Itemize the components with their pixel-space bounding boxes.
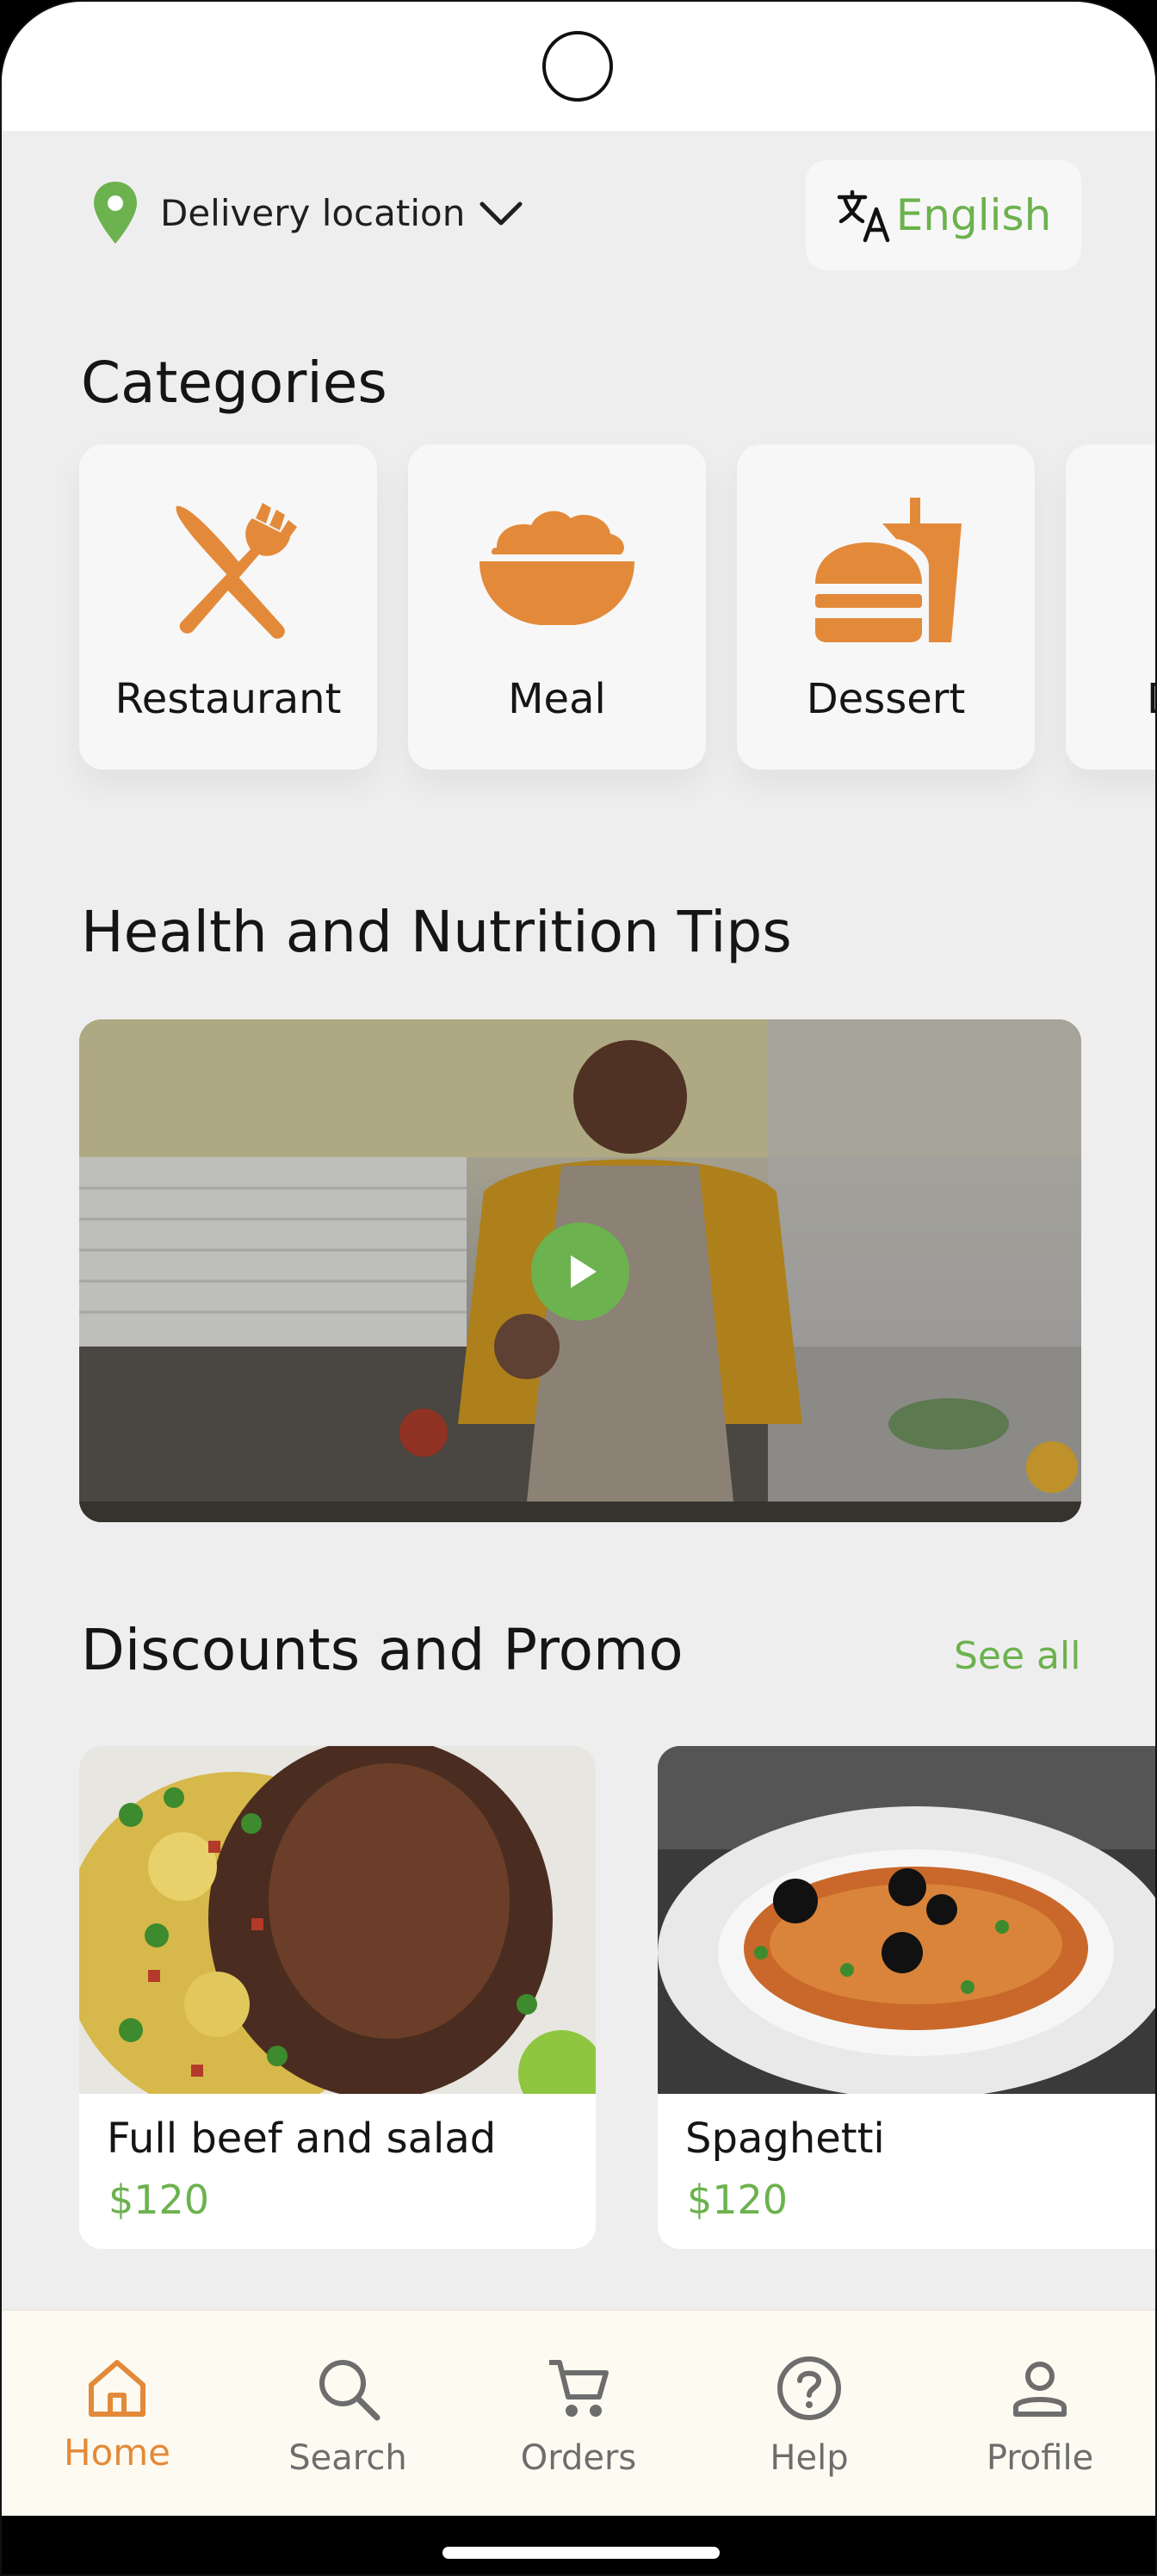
nav-help[interactable]: Help [694,2311,925,2517]
play-button[interactable] [531,1223,629,1321]
nav-label: Home [63,2431,171,2474]
nav-label: Orders [520,2438,637,2478]
promo-title: Discounts and Promo [81,1617,684,1683]
beef-salad-image [79,1746,596,2094]
language-label: English [895,190,1052,240]
spaghetti-image [658,1746,1155,2094]
category-label: Meal [508,675,606,723]
delivery-location-selector[interactable]: Delivery location [91,182,525,244]
category-card-restaurant[interactable]: Restaurant [79,444,377,770]
categories-title: Categories [81,350,387,416]
promo-item-price: $120 [687,2177,789,2223]
nav-label: Profile [986,2438,1094,2478]
promo-item-price: $120 [108,2177,210,2223]
home-indicator[interactable] [442,2547,720,2559]
burger-drink-icon [815,498,962,642]
promo-item-name: Full beef and salad [107,2115,497,2163]
profile-icon [1013,2362,1067,2417]
nav-home[interactable]: Home [2,2311,232,2517]
category-card-meal[interactable]: Meal [408,444,706,770]
nav-profile[interactable]: Profile [925,2311,1155,2517]
status-bar [2,2,1155,131]
category-card-partial[interactable]: D [1066,444,1155,770]
help-icon [777,2356,841,2420]
category-label: Dessert [806,675,966,723]
fork-knife-icon [176,503,297,639]
system-nav-bar [2,2516,1155,2574]
search-icon [319,2360,381,2421]
bottom-navigation: Home Search Orders Help Profile [2,2309,1155,2517]
location-pin-icon [94,182,137,244]
category-card-dessert[interactable]: Dessert [737,444,1035,770]
category-label: D [1147,675,1155,723]
nav-label: Help [770,2438,849,2478]
promo-card-beef-salad[interactable]: Full beef and salad $120 [79,1746,596,2249]
category-label: Restaurant [114,675,342,723]
nav-orders[interactable]: Orders [463,2311,694,2517]
chevron-down-icon [480,201,523,226]
delivery-location-label: Delivery location [160,191,466,234]
nav-label: Search [288,2438,407,2478]
app-screen: Delivery location English Categories Res… [0,0,1157,2576]
play-icon [571,1255,597,1288]
translate-icon [837,189,889,243]
camera-cutout [542,31,613,102]
nutrition-video-thumbnail[interactable] [79,1019,1081,1522]
cart-icon [549,2360,609,2417]
promo-item-name: Spaghetti [685,2115,885,2163]
language-button[interactable]: English [806,160,1081,270]
bowl-icon [480,511,634,625]
see-all-link[interactable]: See all [954,1634,1080,1678]
health-tips-title: Health and Nutrition Tips [81,899,792,965]
home-icon [89,2360,145,2417]
promo-card-spaghetti[interactable]: Spaghetti $120 [658,1746,1155,2249]
nav-search[interactable]: Search [232,2311,463,2517]
